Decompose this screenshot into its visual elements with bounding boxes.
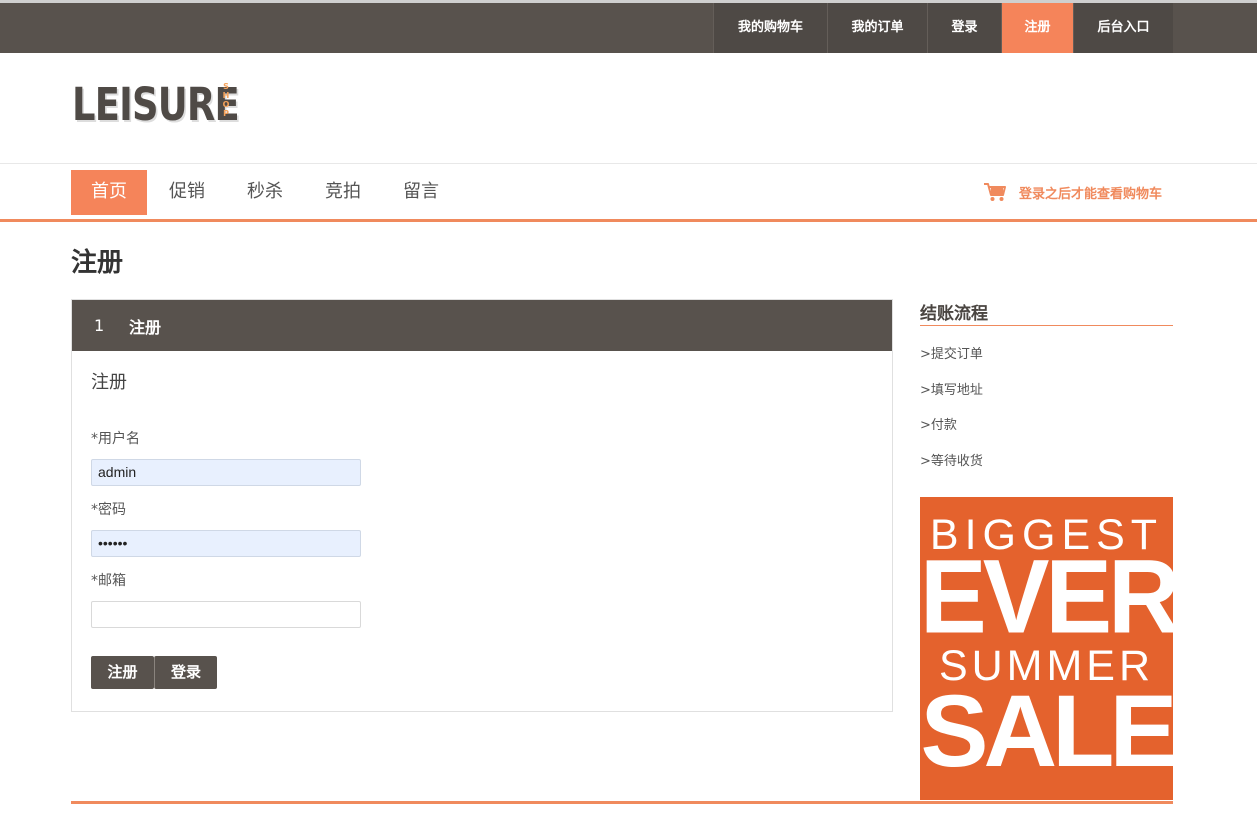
form-buttons: 注册 登录 xyxy=(91,656,873,689)
nav-underline xyxy=(0,219,1257,222)
checkout-step: >提交订单 xyxy=(920,347,983,362)
header-divider xyxy=(0,163,1257,164)
form-title: 注册 xyxy=(91,372,127,393)
banner-line-4: SALE xyxy=(920,674,1173,788)
logo-subtitle: SHOP xyxy=(222,82,230,118)
nav-item-auction[interactable]: 竞拍 xyxy=(305,170,381,215)
top-nav-orders-link[interactable]: 我的订单 xyxy=(827,3,927,53)
summer-sale-banner[interactable]: BIGGEST EVER SUMMER SALE xyxy=(920,497,1173,800)
checkout-step: >填写地址 xyxy=(920,382,983,398)
nav-item-promo[interactable]: 促销 xyxy=(149,170,225,215)
logo-wordmark: LEISURE xyxy=(72,78,240,131)
nav-item-flash-sale[interactable]: 秒杀 xyxy=(227,170,303,215)
checkout-steps: >提交订单 >填写地址 >付款 >等待收货 xyxy=(920,345,1173,487)
shopping-cart-icon xyxy=(983,183,1006,201)
top-nav-login-link[interactable]: 登录 xyxy=(927,3,1001,53)
register-panel: 1 注册 注册 *用户名 admin *密码 •••••• *邮箱 注册 登录 xyxy=(71,299,893,712)
top-nav-cart-link[interactable]: 我的购物车 xyxy=(713,3,827,53)
top-nav-admin-link[interactable]: 后台入口 xyxy=(1073,3,1173,53)
top-bar: 我的购物车 我的订单 登录 注册 后台入口 xyxy=(0,0,1257,53)
main-nav: 首页 促销 秒杀 竞拍 留言 xyxy=(71,170,461,215)
checkout-step: >付款 xyxy=(920,418,957,433)
footer-divider xyxy=(71,801,1173,804)
step-title: 注册 xyxy=(129,317,162,337)
nav-item-home[interactable]: 首页 xyxy=(71,170,147,215)
checkout-step: >等待收货 xyxy=(920,453,983,469)
top-nav-register-link[interactable]: 注册 xyxy=(1001,3,1073,53)
email-input[interactable] xyxy=(91,601,361,628)
password-label: *密码 xyxy=(91,502,126,518)
password-input[interactable]: •••••• xyxy=(91,530,361,557)
nav-item-message[interactable]: 留言 xyxy=(383,170,459,215)
checkout-sidebar: 结账流程 >提交订单 >填写地址 >付款 >等待收货 xyxy=(920,299,1173,487)
page-title: 注册 xyxy=(71,248,124,278)
username-input[interactable]: admin xyxy=(91,459,361,486)
username-label: *用户名 xyxy=(91,431,140,447)
cart-info[interactable]: 登录之后才能查看购物车 xyxy=(983,180,1162,204)
cart-login-hint[interactable]: 登录之后才能查看购物车 xyxy=(1019,183,1162,202)
page: 我的购物车 我的订单 登录 注册 后台入口 LEISURE SHOP 首页 促销… xyxy=(0,0,1257,820)
sidebar-title: 结账流程 xyxy=(920,299,1173,326)
panel-header: 1 注册 xyxy=(72,300,892,351)
top-nav: 我的购物车 我的订单 登录 注册 后台入口 xyxy=(713,3,1173,53)
banner-line-2: EVER xyxy=(920,538,1173,656)
register-button[interactable]: 注册 xyxy=(91,656,154,689)
register-form: 注册 *用户名 admin *密码 •••••• *邮箱 注册 登录 xyxy=(72,351,892,705)
login-button[interactable]: 登录 xyxy=(154,656,217,689)
site-logo[interactable]: LEISURE SHOP xyxy=(72,78,240,131)
email-label: *邮箱 xyxy=(91,573,126,589)
step-number: 1 xyxy=(94,316,105,335)
